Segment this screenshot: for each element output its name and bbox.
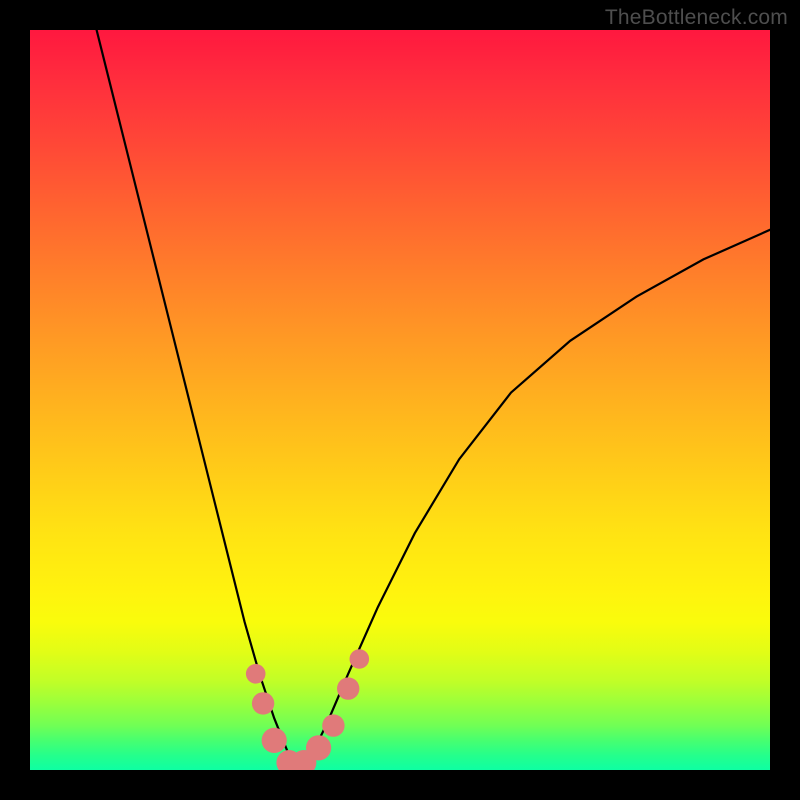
marker-dot bbox=[350, 649, 370, 669]
marker-dot bbox=[252, 692, 274, 714]
plot-area bbox=[30, 30, 770, 770]
curve-left bbox=[97, 30, 301, 770]
marker-dot bbox=[337, 677, 359, 699]
chart-frame: TheBottleneck.com bbox=[0, 0, 800, 800]
chart-svg bbox=[30, 30, 770, 770]
curve-right bbox=[300, 230, 770, 770]
marker-dot bbox=[322, 714, 344, 736]
watermark-text: TheBottleneck.com bbox=[605, 6, 788, 30]
marker-dot bbox=[306, 735, 331, 760]
marker-dot bbox=[262, 728, 287, 753]
marker-dot bbox=[246, 664, 266, 684]
